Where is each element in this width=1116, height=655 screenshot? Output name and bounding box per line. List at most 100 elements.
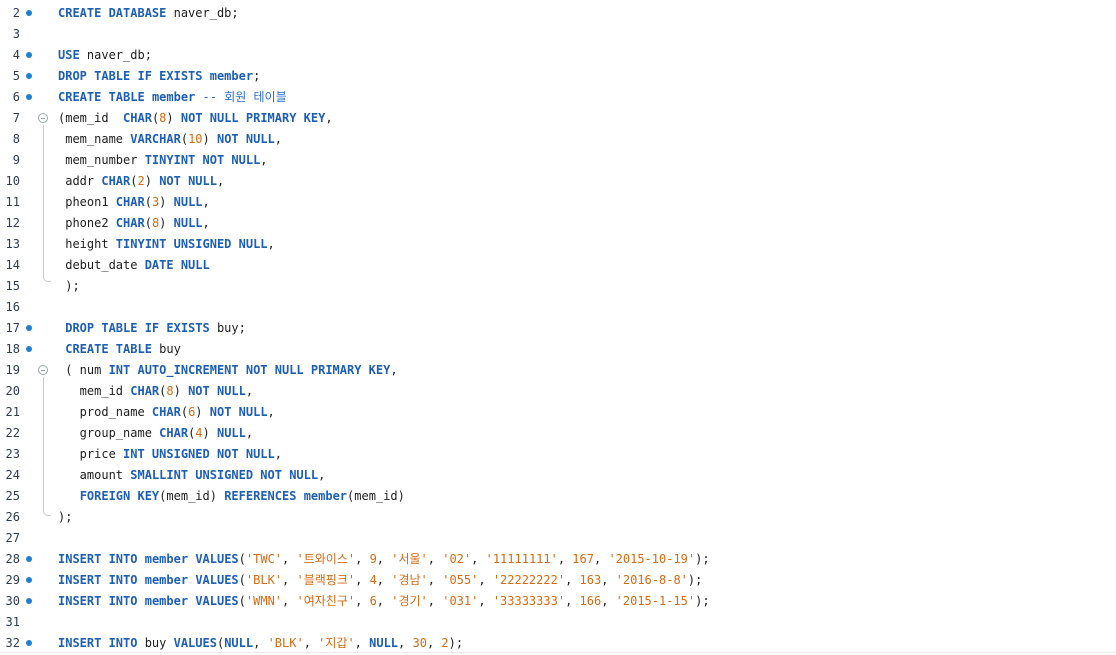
code-text[interactable]: mem_id CHAR(8) NOT NULL, bbox=[58, 381, 253, 402]
text-token: ( bbox=[130, 174, 138, 188]
code-line[interactable]: 25 FOREIGN KEY(mem_id) REFERENCES member… bbox=[0, 486, 1116, 507]
code-text[interactable]: height TINYINT UNSIGNED NULL, bbox=[58, 234, 275, 255]
code-text[interactable]: ( num INT AUTO_INCREMENT NOT NULL PRIMAR… bbox=[58, 360, 397, 381]
text-token: ) bbox=[159, 195, 174, 209]
code-text[interactable]: INSERT INTO member VALUES('WMN', '여자친구',… bbox=[58, 591, 710, 612]
code-text[interactable]: FOREIGN KEY(mem_id) REFERENCES member(me… bbox=[58, 486, 405, 507]
code-line[interactable]: 14 debut_date DATE NULL bbox=[0, 255, 1116, 276]
code-line[interactable]: 30 INSERT INTO member VALUES('WMN', '여자친구… bbox=[0, 591, 1116, 612]
keyword-token: NULL bbox=[173, 195, 203, 209]
code-line[interactable]: 22 group_name CHAR(4) NULL, bbox=[0, 423, 1116, 444]
keyword-token: member bbox=[144, 573, 189, 587]
code-text[interactable]: pheon1 CHAR(3) NULL, bbox=[58, 192, 210, 213]
statement-marker-icon[interactable] bbox=[26, 556, 32, 562]
text-token: buy; bbox=[209, 321, 246, 335]
statement-marker-icon[interactable] bbox=[26, 640, 32, 646]
fold-toggle-icon[interactable] bbox=[38, 365, 48, 375]
line-number: 3 bbox=[12, 27, 20, 41]
code-text[interactable]: USE naver_db; bbox=[58, 45, 152, 66]
code-line[interactable]: 18 CREATE TABLE buy bbox=[0, 339, 1116, 360]
code-text[interactable]: mem_name VARCHAR(10) NOT NULL, bbox=[58, 129, 282, 150]
sql-editor[interactable]: 2 CREATE DATABASE naver_db; 3 4 USE naver_db… bbox=[0, 0, 1116, 655]
text-token: ( bbox=[144, 195, 152, 209]
code-text[interactable]: INSERT INTO member VALUES('TWC', '트와이스',… bbox=[58, 549, 710, 570]
text-token: ); bbox=[695, 552, 710, 566]
code-text[interactable]: INSERT INTO member VALUES('BLK', '블랙핑크',… bbox=[58, 570, 702, 591]
string-token: '경남' bbox=[391, 573, 428, 587]
text-token: mem_id bbox=[58, 384, 131, 398]
string-token: '경기' bbox=[391, 594, 428, 608]
code-line[interactable]: 8 mem_name VARCHAR(10) NOT NULL, bbox=[0, 129, 1116, 150]
line-number: 10 bbox=[5, 174, 20, 188]
code-line[interactable]: 2 CREATE DATABASE naver_db; bbox=[0, 3, 1116, 24]
keyword-token: CHAR bbox=[151, 405, 181, 419]
code-line[interactable]: 19 ( num INT AUTO_INCREMENT NOT NULL PRI… bbox=[0, 360, 1116, 381]
code-line[interactable]: 31 bbox=[0, 612, 1116, 633]
line-number: 5 bbox=[12, 69, 20, 83]
code-line[interactable]: 4 USE naver_db; bbox=[0, 45, 1116, 66]
code-text[interactable]: DROP TABLE IF EXISTS buy; bbox=[58, 318, 246, 339]
code-line[interactable]: 27 bbox=[0, 528, 1116, 549]
code-text[interactable]: CREATE TABLE buy bbox=[58, 339, 181, 360]
code-line[interactable]: 12 phone2 CHAR(8) NULL, bbox=[0, 213, 1116, 234]
code-line[interactable]: 5 DROP TABLE IF EXISTS member; bbox=[0, 66, 1116, 87]
text-token: , bbox=[601, 594, 616, 608]
code-line[interactable]: 21 prod_name CHAR(6) NOT NULL, bbox=[0, 402, 1116, 423]
code-line[interactable]: 13 height TINYINT UNSIGNED NULL, bbox=[0, 234, 1116, 255]
statement-marker-icon[interactable] bbox=[26, 598, 32, 604]
text-token: , bbox=[601, 573, 616, 587]
text-token: , bbox=[267, 405, 275, 419]
code-line[interactable]: 29 INSERT INTO member VALUES('BLK', '블랙핑크… bbox=[0, 570, 1116, 591]
code-text[interactable]: addr CHAR(2) NOT NULL, bbox=[58, 171, 224, 192]
code-text[interactable]: group_name CHAR(4) NULL, bbox=[58, 423, 253, 444]
code-text[interactable]: (mem_id CHAR(8) NOT NULL PRIMARY KEY, bbox=[58, 108, 333, 129]
code-line[interactable]: 11 pheon1 CHAR(3) NULL, bbox=[0, 192, 1116, 213]
code-text[interactable]: phone2 CHAR(8) NULL, bbox=[58, 213, 210, 234]
code-line[interactable]: 20 mem_id CHAR(8) NOT NULL, bbox=[0, 381, 1116, 402]
code-text[interactable]: CREATE DATABASE naver_db; bbox=[58, 3, 239, 24]
code-line[interactable]: 10 addr CHAR(2) NOT NULL, bbox=[0, 171, 1116, 192]
code-line[interactable]: 23 price INT UNSIGNED NOT NULL, bbox=[0, 444, 1116, 465]
code-text[interactable]: amount SMALLINT UNSIGNED NOT NULL, bbox=[58, 465, 326, 486]
code-text[interactable]: mem_number TINYINT NOT NULL, bbox=[58, 150, 268, 171]
statement-marker-icon[interactable] bbox=[26, 325, 32, 331]
code-text[interactable]: INSERT INTO buy VALUES(NULL, 'BLK', '지갑'… bbox=[58, 633, 463, 654]
code-line[interactable]: 24 amount SMALLINT UNSIGNED NOT NULL, bbox=[0, 465, 1116, 486]
text-token: , bbox=[260, 153, 268, 167]
statement-marker-icon[interactable] bbox=[26, 94, 32, 100]
code-line[interactable]: 32 INSERT INTO buy VALUES(NULL, 'BLK', '지… bbox=[0, 633, 1116, 654]
code-line[interactable]: 7 (mem_id CHAR(8) NOT NULL PRIMARY KEY, bbox=[0, 108, 1116, 129]
code-text[interactable]: debut_date DATE NULL bbox=[58, 255, 210, 276]
code-line[interactable]: 16 bbox=[0, 297, 1116, 318]
code-text[interactable]: prod_name CHAR(6) NOT NULL, bbox=[58, 402, 275, 423]
code-text[interactable]: DROP TABLE IF EXISTS member; bbox=[58, 66, 260, 87]
statement-marker-icon[interactable] bbox=[26, 52, 32, 58]
code-text[interactable]: ); bbox=[58, 276, 79, 297]
code-line[interactable]: 6 CREATE TABLE member -- 회원 테이블 bbox=[0, 87, 1116, 108]
code-line[interactable]: 3 bbox=[0, 24, 1116, 45]
statement-marker-icon[interactable] bbox=[26, 73, 32, 79]
code-line[interactable]: 17 DROP TABLE IF EXISTS buy; bbox=[0, 318, 1116, 339]
statement-marker-icon[interactable] bbox=[26, 577, 32, 583]
text-token: naver_db; bbox=[166, 6, 239, 20]
keyword-token: VALUES bbox=[173, 636, 217, 650]
number-token: 167 bbox=[572, 552, 594, 566]
code-text[interactable]: ); bbox=[58, 507, 72, 528]
number-token: 2 bbox=[137, 174, 145, 188]
statement-marker-icon[interactable] bbox=[26, 346, 32, 352]
text-token: , bbox=[354, 636, 370, 650]
code-line[interactable]: 28 INSERT INTO member VALUES('TWC', '트와이스… bbox=[0, 549, 1116, 570]
code-line[interactable]: 9 mem_number TINYINT NOT NULL, bbox=[0, 150, 1116, 171]
code-text[interactable]: CREATE TABLE member -- 회원 테이블 bbox=[58, 87, 287, 108]
code-text[interactable]: price INT UNSIGNED NOT NULL, bbox=[58, 444, 282, 465]
text-token: price bbox=[58, 447, 124, 461]
statement-marker-icon[interactable] bbox=[26, 10, 32, 16]
code-line[interactable]: 26); bbox=[0, 507, 1116, 528]
line-number: 16 bbox=[5, 300, 20, 314]
fold-toggle-icon[interactable] bbox=[38, 113, 48, 123]
line-number: 13 bbox=[5, 237, 20, 251]
comment-token: -- 회원 테이블 bbox=[202, 90, 287, 104]
code-line[interactable]: 15 ); bbox=[0, 276, 1116, 297]
